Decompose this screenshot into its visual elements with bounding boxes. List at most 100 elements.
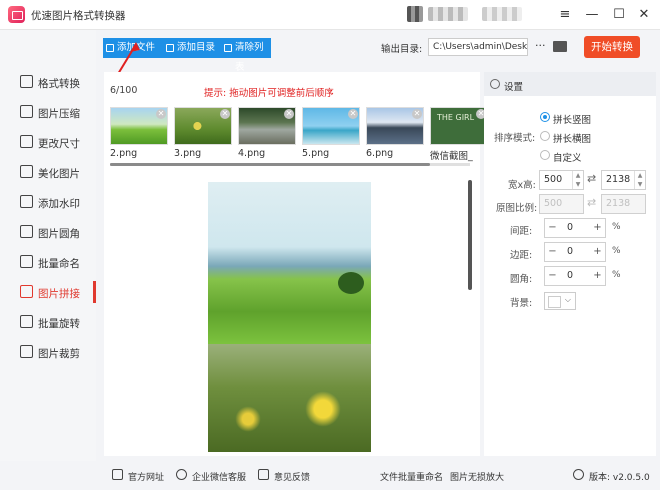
spacing-minus-button[interactable]: −: [545, 219, 560, 237]
menu-icon[interactable]: ≡: [555, 5, 575, 25]
margin-minus-button[interactable]: −: [545, 243, 560, 261]
ratio-height-input: 2138: [601, 194, 646, 214]
sidebar-item-resize[interactable]: 更改尺寸: [0, 127, 96, 157]
add-folder-button[interactable]: 添加目录: [163, 38, 219, 58]
user-name[interactable]: [428, 7, 468, 21]
sidebar-item-rotate[interactable]: 批量旋转: [0, 307, 96, 337]
margin-plus-button[interactable]: +: [590, 243, 605, 261]
horizontal-scrollbar[interactable]: [110, 163, 470, 166]
vertical-scrollbar[interactable]: [468, 180, 472, 290]
radio-horizontal[interactable]: [540, 131, 550, 141]
ratio-swap-icon: ⇄: [587, 196, 597, 209]
user-avatar[interactable]: [407, 6, 423, 22]
file-list-area: 6/100 提示: 拖动图片可调整前后顺序 ✕ 2.png ✕ 3.png ✕ …: [104, 72, 488, 456]
rename-icon: [20, 255, 33, 268]
format-convert-icon: [20, 75, 33, 88]
image-thumbnail[interactable]: THE GIRL ✕: [430, 107, 488, 145]
flower-cluster: [298, 384, 348, 434]
image-thumbnail[interactable]: ✕: [238, 107, 296, 145]
option-vertical-label: 拼长竖图: [553, 115, 592, 126]
width-input[interactable]: 500 ▲ ▼: [539, 170, 584, 190]
remove-icon[interactable]: ✕: [156, 109, 166, 119]
remove-icon[interactable]: ✕: [348, 109, 358, 119]
spacing-stepper[interactable]: − 0 +: [544, 218, 606, 238]
stitch-preview: [208, 182, 371, 452]
height-value: 2138: [606, 174, 631, 185]
wechat-service-link[interactable]: 企业微信客服: [192, 470, 246, 483]
thumbnail-filename: 5.png: [302, 148, 330, 159]
radio-vertical[interactable]: [540, 112, 550, 122]
folder-icon: [166, 44, 174, 52]
preview-image-flowers: [208, 344, 371, 452]
sidebar-item-label: 图片压缩: [38, 108, 80, 120]
settings-panel: 设置 排序模式: 拼长竖图 拼长横图 自定义 宽x高: 500 ▲ ▼ ⇄ 213…: [484, 72, 656, 456]
order-mode-label: 排序模式:: [494, 133, 536, 144]
preview-image-landscape: [208, 182, 371, 344]
margin-label: 边距:: [510, 250, 533, 261]
size-label: 宽x高:: [508, 180, 536, 191]
drag-hint: 提示: 拖动图片可调整前后顺序: [204, 88, 334, 99]
image-thumbnail[interactable]: ✕: [110, 107, 168, 145]
feedback-link[interactable]: 意见反馈: [274, 470, 310, 483]
lossless-upscale-link[interactable]: 图片无损放大: [450, 470, 504, 483]
user-vip-badge[interactable]: [482, 7, 522, 21]
add-file-label: 添加文件: [117, 42, 156, 53]
maximize-button[interactable]: ☐: [609, 5, 629, 25]
remove-icon[interactable]: ✕: [220, 109, 230, 119]
add-file-button[interactable]: 添加文件: [103, 38, 161, 58]
footer: 官方网址 企业微信客服 意见反馈 文件批量重命名 图片无损放大 版本: v2.0…: [96, 461, 660, 490]
spacing-plus-button[interactable]: +: [590, 219, 605, 237]
minimize-button[interactable]: —: [582, 5, 602, 25]
sidebar-item-beautify[interactable]: 美化图片: [0, 157, 96, 187]
height-input[interactable]: 2138 ▲ ▼: [601, 170, 646, 190]
corner-minus-button[interactable]: −: [545, 267, 560, 285]
batch-rename-link[interactable]: 文件批量重命名: [380, 470, 443, 483]
margin-stepper[interactable]: − 0 +: [544, 242, 606, 262]
sidebar-item-stitch[interactable]: 图片拼接: [0, 277, 96, 307]
close-button[interactable]: ✕: [634, 5, 654, 25]
thumbnail-filename: 2.png: [110, 148, 138, 159]
more-options-button[interactable]: ···: [535, 39, 546, 52]
open-folder-icon[interactable]: [553, 41, 567, 52]
image-thumbnail[interactable]: ✕: [302, 107, 360, 145]
sidebar-item-round-corner[interactable]: 图片圆角: [0, 217, 96, 247]
image-thumbnail[interactable]: ✕: [366, 107, 424, 145]
stitch-icon: [20, 285, 33, 298]
remove-icon[interactable]: ✕: [284, 109, 294, 119]
swap-icon[interactable]: ⇄: [587, 172, 596, 185]
watermark-icon: [20, 195, 33, 208]
clear-list-button[interactable]: 清除列表: [221, 38, 271, 73]
settings-title: 设置: [504, 82, 524, 93]
image-thumbnail[interactable]: ✕: [174, 107, 232, 145]
width-spin-arrows[interactable]: ▲ ▼: [572, 171, 583, 189]
margin-unit: %: [612, 246, 621, 256]
tree-shape: [338, 272, 364, 294]
background-color-picker[interactable]: [544, 292, 576, 310]
toolbar-button-group: 添加文件 添加目录 清除列表: [103, 38, 271, 73]
sidebar-item-format-convert[interactable]: 格式转换: [0, 67, 96, 97]
sidebar-item-crop[interactable]: 图片裁剪: [0, 337, 96, 367]
radio-custom[interactable]: [540, 150, 550, 160]
start-convert-button[interactable]: 开始转换: [584, 36, 640, 58]
website-icon: [112, 469, 123, 480]
remove-icon[interactable]: ✕: [412, 109, 422, 119]
feedback-icon: [258, 469, 269, 480]
background-label: 背景:: [510, 298, 533, 309]
option-horizontal-label: 拼长横图: [553, 134, 592, 145]
toolbar: 添加文件 添加目录 清除列表 输出目录: C:\Users\admin\Desk…: [96, 30, 660, 73]
sidebar-item-label: 图片裁剪: [38, 348, 80, 360]
website-link[interactable]: 官方网址: [128, 470, 164, 483]
sidebar-item-rename[interactable]: 批量命名: [0, 247, 96, 277]
sidebar-item-watermark[interactable]: 添加水印: [0, 187, 96, 217]
output-path-input[interactable]: C:\Users\admin\Deskto: [428, 38, 528, 56]
wechat-icon: [176, 469, 187, 480]
height-spin-arrows[interactable]: ▲ ▼: [634, 171, 645, 189]
spacing-unit: %: [612, 222, 621, 232]
sidebar-item-compress[interactable]: 图片压缩: [0, 97, 96, 127]
resize-icon: [20, 135, 33, 148]
corner-stepper[interactable]: − 0 +: [544, 266, 606, 286]
spacing-label: 间距:: [510, 226, 533, 237]
scrollbar-thumb[interactable]: [110, 163, 430, 166]
corner-plus-button[interactable]: +: [590, 267, 605, 285]
thumbnail-caption: THE GIRL: [437, 113, 475, 122]
